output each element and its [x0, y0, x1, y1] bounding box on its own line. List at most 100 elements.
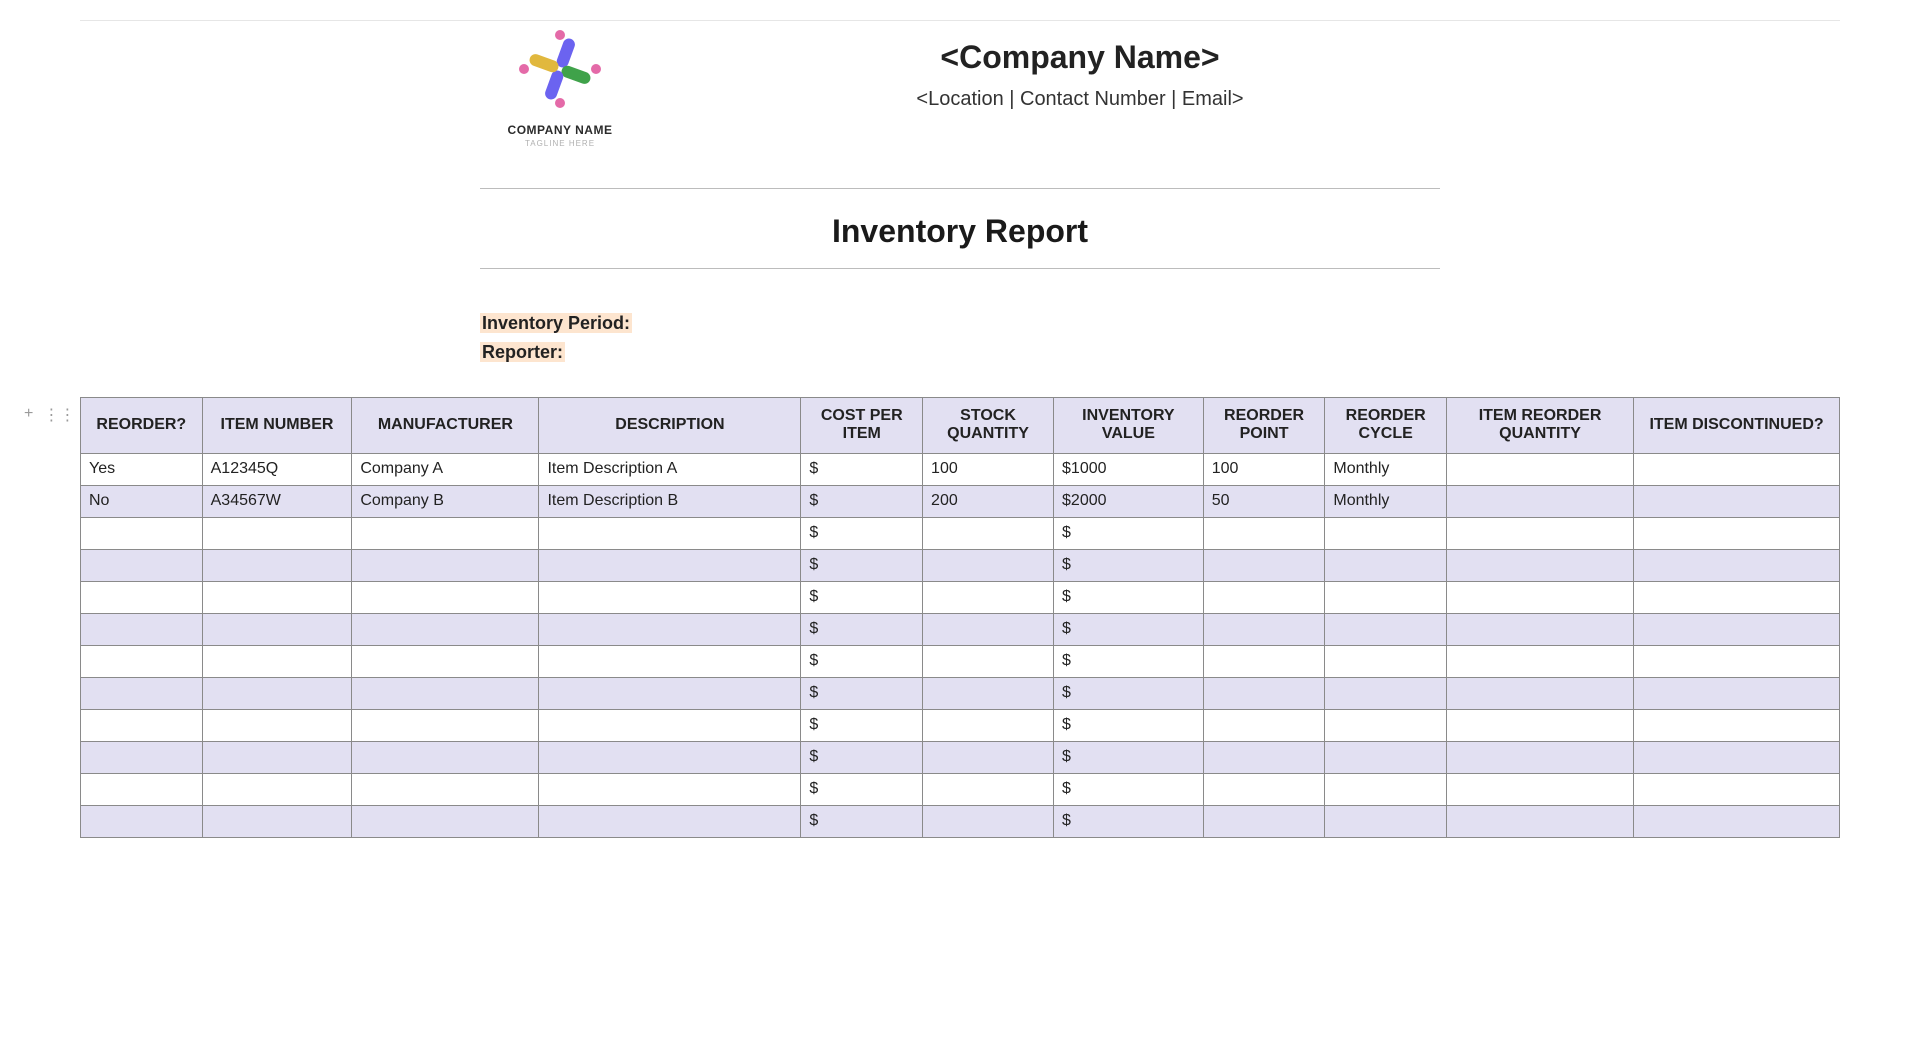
cell-manufacturer[interactable]: Company B: [352, 485, 539, 517]
cell-item_reorder_quantity[interactable]: [1446, 741, 1633, 773]
cell-cost_per_item[interactable]: $: [801, 805, 923, 837]
table-row-controls[interactable]: + ⋮⋮: [24, 405, 75, 425]
cell-reorder_cycle[interactable]: [1325, 709, 1447, 741]
cell-reorder_point[interactable]: 50: [1203, 485, 1325, 517]
drag-row-icon[interactable]: ⋮⋮: [43, 405, 75, 425]
cell-description[interactable]: [539, 773, 801, 805]
table-row[interactable]: NoA34567WCompany BItem Description B$200…: [81, 485, 1840, 517]
th-reorder-cycle[interactable]: REORDER CYCLE: [1325, 397, 1447, 453]
cell-cost_per_item[interactable]: $: [801, 709, 923, 741]
cell-reorder_cycle[interactable]: [1325, 645, 1447, 677]
th-description[interactable]: DESCRIPTION: [539, 397, 801, 453]
cell-reorder_point[interactable]: [1203, 677, 1325, 709]
cell-inventory_value[interactable]: $: [1054, 773, 1204, 805]
cell-stock_quantity[interactable]: [923, 549, 1054, 581]
cell-cost_per_item[interactable]: $: [801, 485, 923, 517]
th-inventory-value[interactable]: INVENTORY VALUE: [1054, 397, 1204, 453]
cell-item_number[interactable]: [202, 709, 352, 741]
table-row[interactable]: $$: [81, 613, 1840, 645]
cell-manufacturer[interactable]: [352, 549, 539, 581]
cell-cost_per_item[interactable]: $: [801, 453, 923, 485]
th-stock-quantity[interactable]: STOCK QUANTITY: [923, 397, 1054, 453]
cell-item_reorder_quantity[interactable]: [1446, 677, 1633, 709]
cell-reorder_point[interactable]: [1203, 773, 1325, 805]
cell-item_number[interactable]: [202, 677, 352, 709]
table-row[interactable]: $$: [81, 805, 1840, 837]
cell-item_discontinued[interactable]: [1634, 613, 1840, 645]
table-row[interactable]: $$: [81, 709, 1840, 741]
cell-item_reorder_quantity[interactable]: [1446, 453, 1633, 485]
cell-item_reorder_quantity[interactable]: [1446, 709, 1633, 741]
cell-inventory_value[interactable]: $: [1054, 805, 1204, 837]
cell-description[interactable]: Item Description B: [539, 485, 801, 517]
cell-item_number[interactable]: A34567W: [202, 485, 352, 517]
cell-description[interactable]: [539, 677, 801, 709]
cell-inventory_value[interactable]: $1000: [1054, 453, 1204, 485]
table-row[interactable]: YesA12345QCompany AItem Description A$10…: [81, 453, 1840, 485]
cell-reorder[interactable]: [81, 709, 203, 741]
cell-stock_quantity[interactable]: [923, 709, 1054, 741]
cell-reorder_cycle[interactable]: [1325, 677, 1447, 709]
cell-reorder[interactable]: Yes: [81, 453, 203, 485]
cell-reorder[interactable]: [81, 517, 203, 549]
cell-reorder_point[interactable]: [1203, 581, 1325, 613]
cell-reorder_cycle[interactable]: [1325, 517, 1447, 549]
cell-description[interactable]: [539, 645, 801, 677]
cell-inventory_value[interactable]: $: [1054, 517, 1204, 549]
cell-description[interactable]: [539, 805, 801, 837]
th-reorder[interactable]: REORDER?: [81, 397, 203, 453]
cell-reorder_cycle[interactable]: [1325, 549, 1447, 581]
cell-reorder[interactable]: [81, 549, 203, 581]
cell-stock_quantity[interactable]: [923, 773, 1054, 805]
cell-inventory_value[interactable]: $: [1054, 645, 1204, 677]
cell-manufacturer[interactable]: [352, 677, 539, 709]
cell-reorder[interactable]: [81, 805, 203, 837]
cell-stock_quantity[interactable]: [923, 581, 1054, 613]
cell-manufacturer[interactable]: [352, 645, 539, 677]
cell-item_number[interactable]: A12345Q: [202, 453, 352, 485]
table-row[interactable]: $$: [81, 645, 1840, 677]
table-row[interactable]: $$: [81, 517, 1840, 549]
cell-item_number[interactable]: [202, 613, 352, 645]
cell-reorder_point[interactable]: 100: [1203, 453, 1325, 485]
table-row[interactable]: $$: [81, 581, 1840, 613]
cell-stock_quantity[interactable]: [923, 677, 1054, 709]
cell-cost_per_item[interactable]: $: [801, 645, 923, 677]
cell-reorder_point[interactable]: [1203, 709, 1325, 741]
table-row[interactable]: $$: [81, 549, 1840, 581]
cell-reorder_cycle[interactable]: [1325, 741, 1447, 773]
cell-item_reorder_quantity[interactable]: [1446, 517, 1633, 549]
th-reorder-point[interactable]: REORDER POINT: [1203, 397, 1325, 453]
cell-reorder_cycle[interactable]: [1325, 613, 1447, 645]
cell-item_discontinued[interactable]: [1634, 549, 1840, 581]
cell-description[interactable]: [539, 613, 801, 645]
cell-reorder[interactable]: No: [81, 485, 203, 517]
cell-cost_per_item[interactable]: $: [801, 613, 923, 645]
th-cost-per-item[interactable]: COST PER ITEM: [801, 397, 923, 453]
cell-description[interactable]: [539, 581, 801, 613]
cell-item_discontinued[interactable]: [1634, 773, 1840, 805]
th-manufacturer[interactable]: MANUFACTURER: [352, 397, 539, 453]
cell-stock_quantity[interactable]: 200: [923, 485, 1054, 517]
cell-inventory_value[interactable]: $: [1054, 581, 1204, 613]
cell-item_discontinued[interactable]: [1634, 485, 1840, 517]
cell-inventory_value[interactable]: $: [1054, 613, 1204, 645]
cell-item_reorder_quantity[interactable]: [1446, 645, 1633, 677]
cell-reorder[interactable]: [81, 773, 203, 805]
cell-reorder[interactable]: [81, 613, 203, 645]
cell-reorder_point[interactable]: [1203, 613, 1325, 645]
cell-item_number[interactable]: [202, 773, 352, 805]
cell-reorder[interactable]: [81, 645, 203, 677]
cell-item_reorder_quantity[interactable]: [1446, 773, 1633, 805]
cell-stock_quantity[interactable]: [923, 805, 1054, 837]
cell-manufacturer[interactable]: [352, 741, 539, 773]
cell-item_discontinued[interactable]: [1634, 677, 1840, 709]
cell-item_number[interactable]: [202, 805, 352, 837]
cell-item_discontinued[interactable]: [1634, 805, 1840, 837]
cell-manufacturer[interactable]: [352, 613, 539, 645]
cell-item_number[interactable]: [202, 549, 352, 581]
cell-reorder_cycle[interactable]: [1325, 805, 1447, 837]
table-row[interactable]: $$: [81, 773, 1840, 805]
th-item-discontinued[interactable]: ITEM DISCONTINUED?: [1634, 397, 1840, 453]
th-item-number[interactable]: ITEM NUMBER: [202, 397, 352, 453]
